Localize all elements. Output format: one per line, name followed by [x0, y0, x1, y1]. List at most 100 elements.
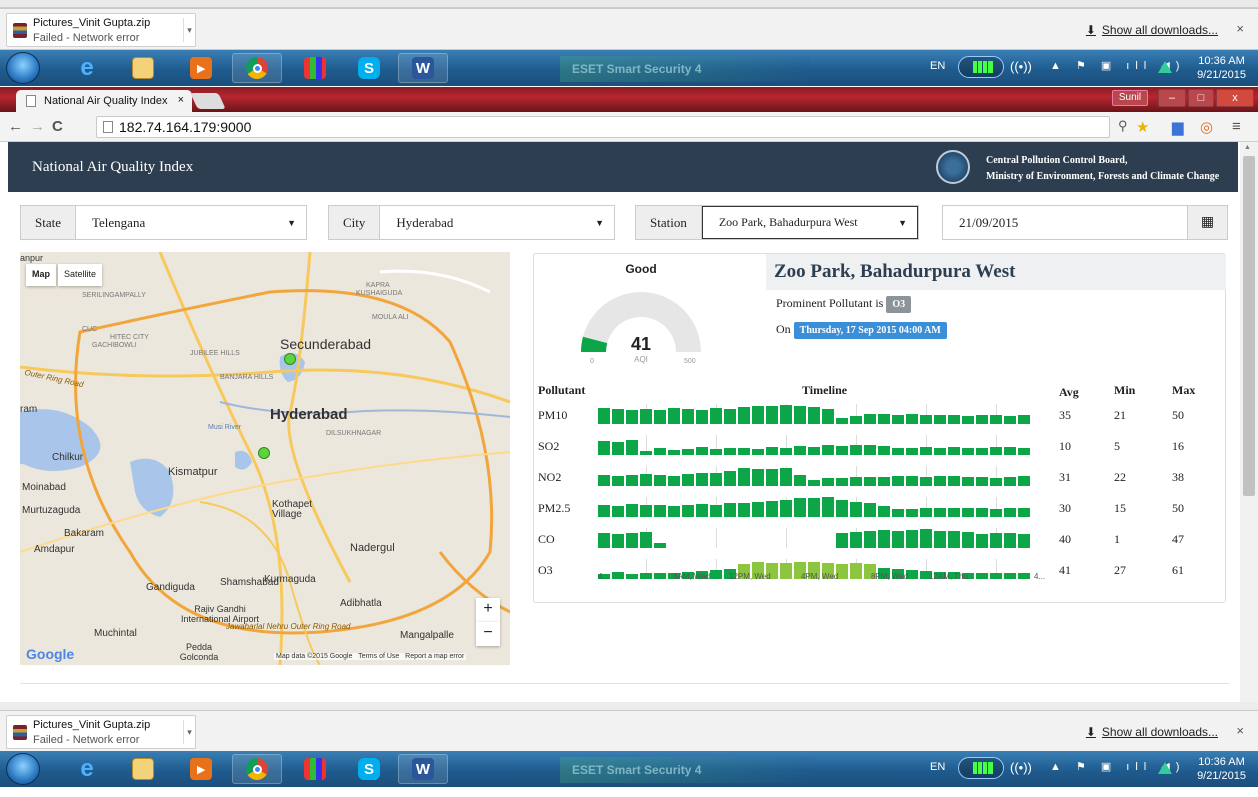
timeline-bar[interactable]	[878, 477, 890, 486]
timeline-bar[interactable]	[654, 505, 666, 517]
timeline-bar[interactable]	[920, 477, 932, 486]
timeline-bar[interactable]	[878, 414, 890, 424]
timeline-bar[interactable]	[836, 500, 848, 517]
internet-explorer-button[interactable]: e	[62, 53, 112, 83]
timeline-bar[interactable]	[920, 529, 932, 548]
signal-meter-icon[interactable]	[958, 56, 1004, 78]
timeline-bar[interactable]	[598, 441, 610, 455]
zoom-in-button[interactable]: +	[476, 598, 500, 622]
timeline-bar[interactable]	[808, 407, 820, 424]
timeline-bar[interactable]	[780, 500, 792, 517]
date-picker[interactable]: 21/09/2015 ▦	[942, 205, 1228, 240]
timeline-bar[interactable]	[892, 476, 904, 486]
timeline-bar[interactable]	[612, 506, 624, 517]
timeline-bar[interactable]	[766, 469, 778, 486]
timeline-bar[interactable]	[878, 506, 890, 517]
file-explorer-button[interactable]	[118, 53, 168, 83]
timeline-bar[interactable]	[696, 447, 708, 455]
timeline-bar[interactable]	[668, 506, 680, 517]
timeline-bar[interactable]	[668, 476, 680, 486]
timeline-bar[interactable]	[598, 533, 610, 548]
timeline-bar[interactable]	[654, 410, 666, 424]
timeline-bar[interactable]	[654, 448, 666, 455]
timeline-bar[interactable]	[1018, 415, 1030, 424]
timeline-bar[interactable]	[696, 410, 708, 424]
station-select[interactable]: Station Zoo Park, Bahadurpura West ▼	[635, 205, 919, 240]
timeline-bar[interactable]	[808, 480, 820, 486]
timeline-bar[interactable]	[976, 508, 988, 517]
timeline-bar[interactable]	[710, 570, 722, 579]
wireless-icon[interactable]: ((•))	[1010, 760, 1032, 796]
timeline-bar[interactable]	[724, 448, 736, 455]
timeline-bar[interactable]	[626, 533, 638, 548]
timeline-bar[interactable]	[934, 415, 946, 424]
timeline-bar[interactable]	[850, 477, 862, 486]
timeline-bar[interactable]	[766, 447, 778, 455]
timeline-bar[interactable]	[990, 509, 1002, 517]
back-icon[interactable]: ←	[8, 118, 23, 135]
timeline-bar[interactable]	[752, 469, 764, 486]
timeline-bar[interactable]	[948, 415, 960, 424]
timeline-bar[interactable]	[906, 414, 918, 424]
timeline-bar[interactable]	[934, 508, 946, 517]
timeline-bar[interactable]	[710, 449, 722, 455]
app-grid-button[interactable]	[290, 53, 340, 83]
language-indicator[interactable]: EN	[930, 761, 945, 797]
timeline-bar[interactable]	[1018, 448, 1030, 455]
bookmark-star-icon[interactable]: ★	[1136, 118, 1149, 136]
timeline-bar[interactable]	[598, 505, 610, 517]
timeline-bar[interactable]	[934, 531, 946, 548]
timeline-bar[interactable]	[710, 473, 722, 486]
new-tab-button[interactable]	[190, 93, 226, 109]
station-marker[interactable]	[258, 447, 270, 459]
timeline-bar[interactable]	[1018, 534, 1030, 548]
timeline-bar[interactable]	[836, 418, 848, 424]
timeline-bar[interactable]	[1004, 508, 1016, 517]
timeline-bar[interactable]	[990, 447, 1002, 455]
timeline-bar[interactable]	[920, 415, 932, 424]
timeline-bar[interactable]	[682, 449, 694, 455]
timeline-bar[interactable]	[864, 477, 876, 486]
timeline-bar[interactable]	[738, 503, 750, 517]
timeline-bar[interactable]	[752, 449, 764, 455]
timeline-bar[interactable]	[738, 448, 750, 455]
timeline-bar[interactable]	[808, 498, 820, 517]
station-map[interactable]: Map Satellite anpur Secunderabad Hyderab…	[20, 252, 510, 665]
timeline-bar[interactable]	[892, 531, 904, 548]
timeline-bar[interactable]	[990, 573, 1002, 579]
timeline-bar[interactable]	[822, 445, 834, 455]
media-player-button[interactable]: ▸	[176, 53, 226, 83]
skype-button[interactable]: S	[344, 53, 394, 83]
extension-chat-icon[interactable]: ▆	[1172, 118, 1184, 136]
timeline-bar[interactable]	[640, 409, 652, 424]
timeline-bar[interactable]	[640, 505, 652, 517]
timeline-bar[interactable]	[668, 408, 680, 424]
start-orb-icon[interactable]	[6, 52, 40, 84]
timeline-bar[interactable]	[696, 504, 708, 517]
clock[interactable]: 10:36 AM 9/21/2015	[1197, 54, 1246, 82]
chevron-down-icon[interactable]: ▾	[183, 720, 195, 744]
timeline-bar[interactable]	[654, 543, 666, 548]
timeline-bar[interactable]	[612, 534, 624, 548]
timeline-bar[interactable]	[752, 406, 764, 424]
timeline-bar[interactable]	[934, 476, 946, 486]
timeline-bar[interactable]	[794, 446, 806, 455]
reload-icon[interactable]: C	[52, 118, 63, 135]
timeline-bar[interactable]	[836, 533, 848, 548]
timeline-bar[interactable]	[640, 532, 652, 548]
forward-icon[interactable]: →	[30, 118, 45, 135]
start-orb-icon[interactable]	[6, 753, 40, 785]
timeline-bar[interactable]	[850, 563, 862, 579]
timeline-bar[interactable]	[710, 505, 722, 517]
timeline-bar[interactable]	[1018, 573, 1030, 579]
timeline-bar[interactable]	[724, 503, 736, 517]
timeline-bar[interactable]	[626, 504, 638, 517]
timeline-bar[interactable]	[794, 475, 806, 486]
timeline-bar[interactable]	[640, 474, 652, 486]
timeline-bar[interactable]	[598, 475, 610, 486]
timeline-bar[interactable]	[948, 531, 960, 548]
signal-meter-icon[interactable]	[958, 757, 1004, 779]
timeline-bar[interactable]	[1004, 477, 1016, 486]
timeline-bar[interactable]	[948, 447, 960, 455]
timeline-bar[interactable]	[1018, 508, 1030, 517]
